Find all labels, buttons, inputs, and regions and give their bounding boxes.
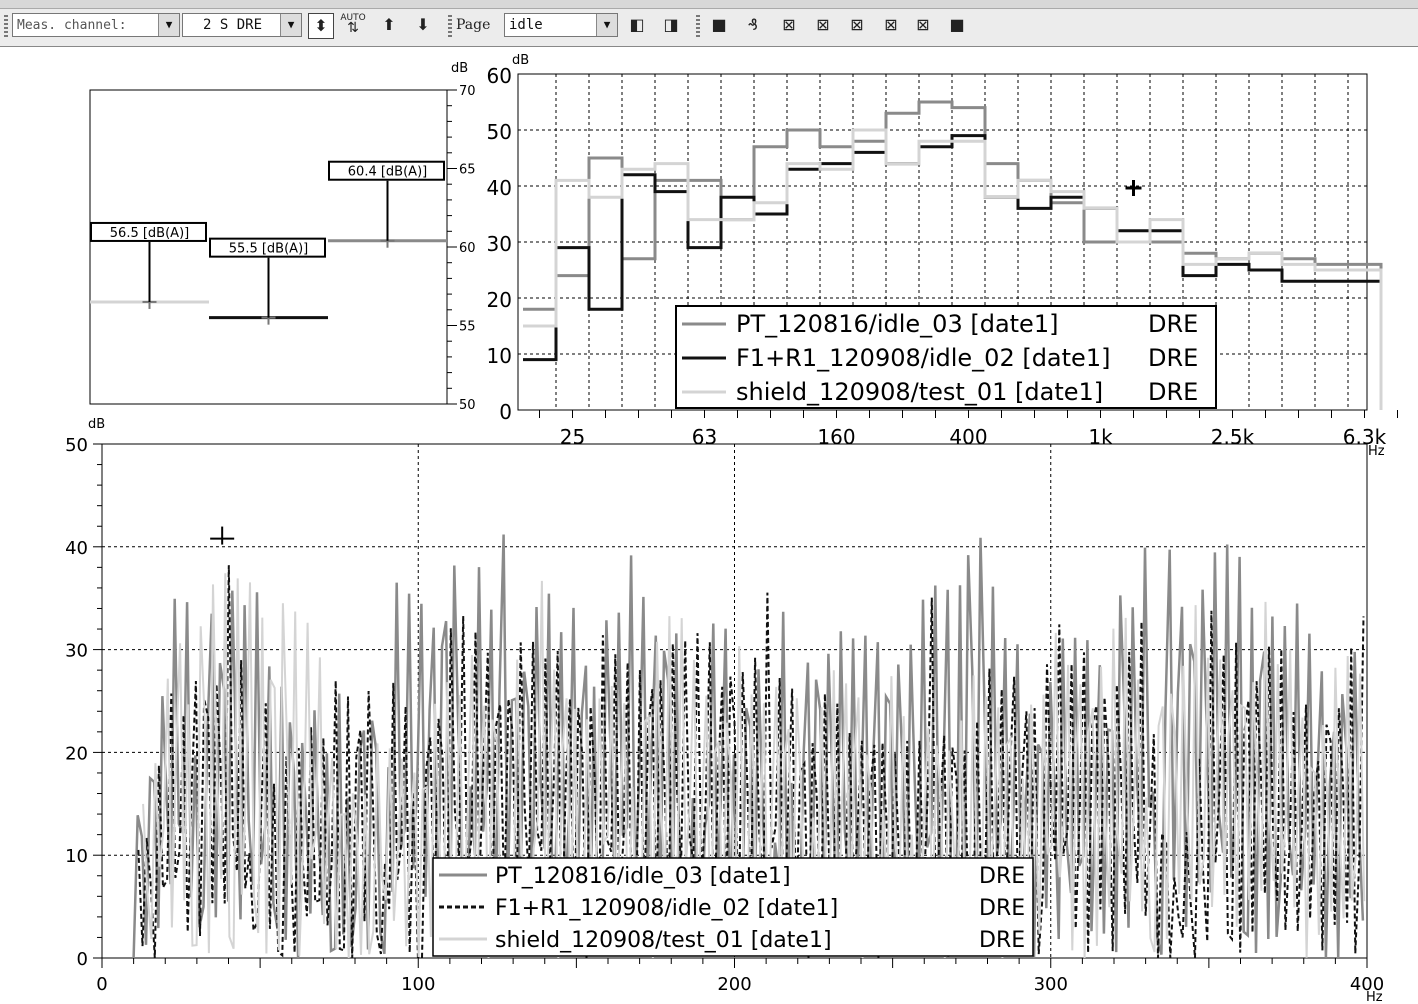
y-tick-label: 50 — [487, 120, 512, 144]
y-tick-label: 30 — [65, 641, 88, 662]
y-tick-label: 40 — [487, 176, 512, 200]
legend-series-name: PT_120816/idle_03 [date1] — [495, 864, 791, 889]
x-axis-unit: Hz — [1368, 444, 1385, 459]
y-tick-label: 55 — [459, 320, 476, 335]
y-tick-label: 50 — [65, 435, 88, 456]
value-label: 60.4 [dB(A)] — [348, 165, 427, 180]
legend-channel: DRE — [1148, 310, 1198, 338]
legend-series-name: PT_120816/idle_03 [date1] — [736, 310, 1058, 338]
third-octave-chart: 0102030405060dB25 63 160 400 1k 2.5k 6.3kHzPT_… — [487, 53, 1398, 459]
y-tick-label: 65 — [459, 163, 476, 178]
y-tick-label: 30 — [487, 232, 512, 256]
legend-series-name: shield_120908/test_01 [date1] — [495, 928, 832, 953]
x-tick-label: 0 — [96, 974, 107, 995]
legend-channel: DRE — [979, 896, 1025, 921]
legend-series-name: shield_120908/test_01 [date1] — [736, 378, 1103, 406]
x-tick-label: 200 — [717, 974, 751, 995]
value-label: 56.5 [dB(A)] — [110, 226, 189, 241]
y-tick-label: 20 — [65, 743, 88, 764]
y-tick-label: 20 — [487, 288, 512, 312]
legend-channel: DRE — [1148, 378, 1198, 406]
y-axis-label: dB — [88, 417, 105, 432]
y-tick-label: 10 — [65, 846, 88, 867]
y-tick-label: 50 — [459, 398, 476, 413]
legend-channel: DRE — [979, 864, 1025, 889]
value-label: 55.5 [dB(A)] — [229, 242, 308, 257]
y-axis-label: dB — [451, 61, 468, 76]
charts-canvas: dB505560657056.5 [dB(A)]55.5 [dB(A)]60.4… — [65, 53, 1398, 1004]
legend-series-name: F1+R1_120908/idle_02 [date1] — [736, 344, 1110, 372]
legend-channel: DRE — [979, 928, 1025, 953]
x-tick-label: 100 — [401, 974, 435, 995]
x-axis-unit: Hz — [1366, 990, 1383, 1004]
y-tick-label: 70 — [459, 84, 476, 99]
y-axis-label: dB — [512, 53, 529, 68]
legend-channel: DRE — [1148, 344, 1198, 372]
y-tick-label: 0 — [499, 400, 512, 424]
y-tick-label: 10 — [487, 344, 512, 368]
y-tick-label: 60 — [459, 241, 476, 256]
legend-series-name: F1+R1_120908/idle_02 [date1] — [495, 896, 838, 921]
y-tick-label: 60 — [487, 64, 512, 88]
narrowband-chart: 01020304050dB0 100 200 300 400HzPT_120816/id… — [65, 417, 1384, 1004]
y-tick-label: 0 — [77, 949, 88, 970]
y-tick-label: 40 — [65, 538, 88, 559]
x-tick-label: 300 — [1034, 974, 1068, 995]
overall-level-chart: dB 50 55 60 65 70 56.5 [dB(A)] 55.5 [dB(A)] 60.4… — [89, 61, 476, 413]
